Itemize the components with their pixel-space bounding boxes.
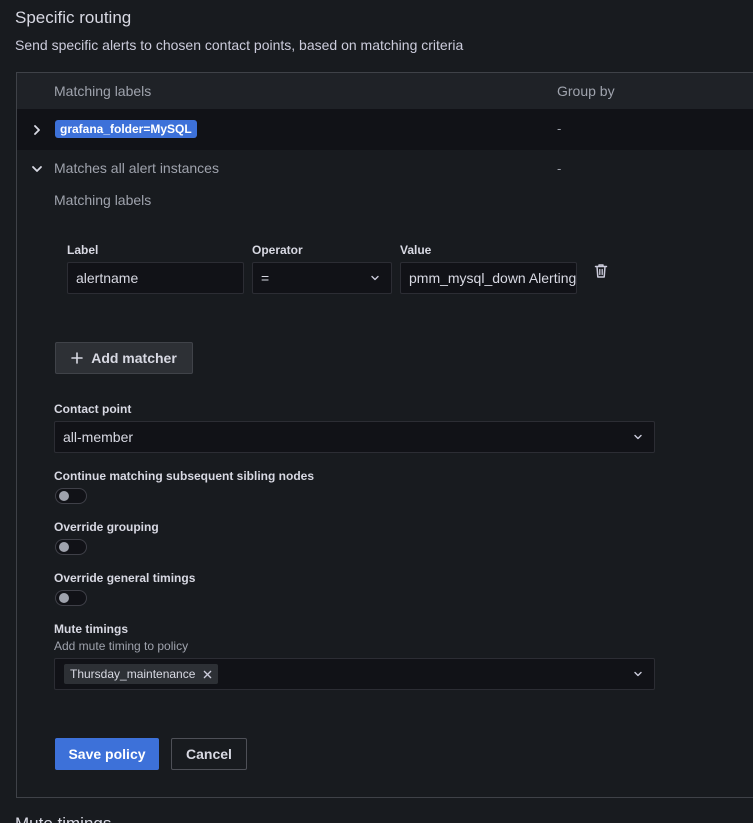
chevron-right-icon[interactable] [31, 124, 43, 136]
contact-point-value: all-member [63, 429, 134, 445]
label-field-label: Label [67, 243, 99, 257]
contact-point-label: Contact point [54, 402, 132, 416]
chevron-down-icon[interactable] [31, 163, 43, 175]
close-icon[interactable] [203, 670, 212, 679]
column-header-group-by: Group by [557, 83, 615, 99]
add-matcher-button[interactable]: Add matcher [55, 342, 193, 374]
override-timings-toggle[interactable] [55, 590, 87, 606]
group-by-value: - [557, 161, 562, 176]
trash-icon[interactable] [594, 263, 608, 279]
save-policy-button[interactable]: Save policy [55, 738, 159, 770]
override-timings-label: Override general timings [54, 571, 196, 585]
override-grouping-toggle[interactable] [55, 539, 87, 555]
value-field-label: Value [400, 243, 432, 257]
operator-field-label: Operator [252, 243, 303, 257]
caret-down-icon [633, 669, 643, 679]
operator-value: = [261, 270, 270, 286]
matching-labels-heading: Matching labels [54, 192, 152, 208]
contact-point-select[interactable]: all-member [54, 421, 655, 453]
add-matcher-label: Add matcher [91, 350, 177, 366]
cancel-button[interactable]: Cancel [171, 738, 247, 770]
section-title: Specific routing [15, 8, 132, 27]
next-section-title: Mute timings [15, 814, 111, 823]
mute-timings-label: Mute timings [54, 622, 128, 636]
mute-timings-description: Add mute timing to policy [54, 639, 189, 653]
group-by-value: - [557, 121, 562, 136]
label-input[interactable]: alertname [67, 262, 244, 294]
plus-icon [71, 352, 84, 364]
override-grouping-label: Override grouping [54, 520, 159, 534]
section-description: Send specific alerts to chosen contact p… [15, 37, 464, 53]
continue-matching-toggle[interactable] [55, 488, 87, 504]
continue-matching-label: Continue matching subsequent sibling nod… [54, 469, 315, 483]
caret-down-icon [633, 432, 643, 442]
mute-timing-chip-label: Thursday_maintenance [70, 667, 196, 681]
matcher-tag: grafana_folder=MySQL [55, 120, 197, 138]
notification-policy-editor: Specific routing Send specific alerts to… [0, 0, 753, 823]
caret-down-icon [370, 273, 380, 283]
matcher-text: Matches all alert instances [54, 160, 219, 176]
value-input[interactable]: pmm_mysql_down Alerting [400, 262, 577, 294]
mute-timing-chip: Thursday_maintenance [64, 664, 219, 684]
column-header-matching-labels: Matching labels [54, 83, 152, 99]
